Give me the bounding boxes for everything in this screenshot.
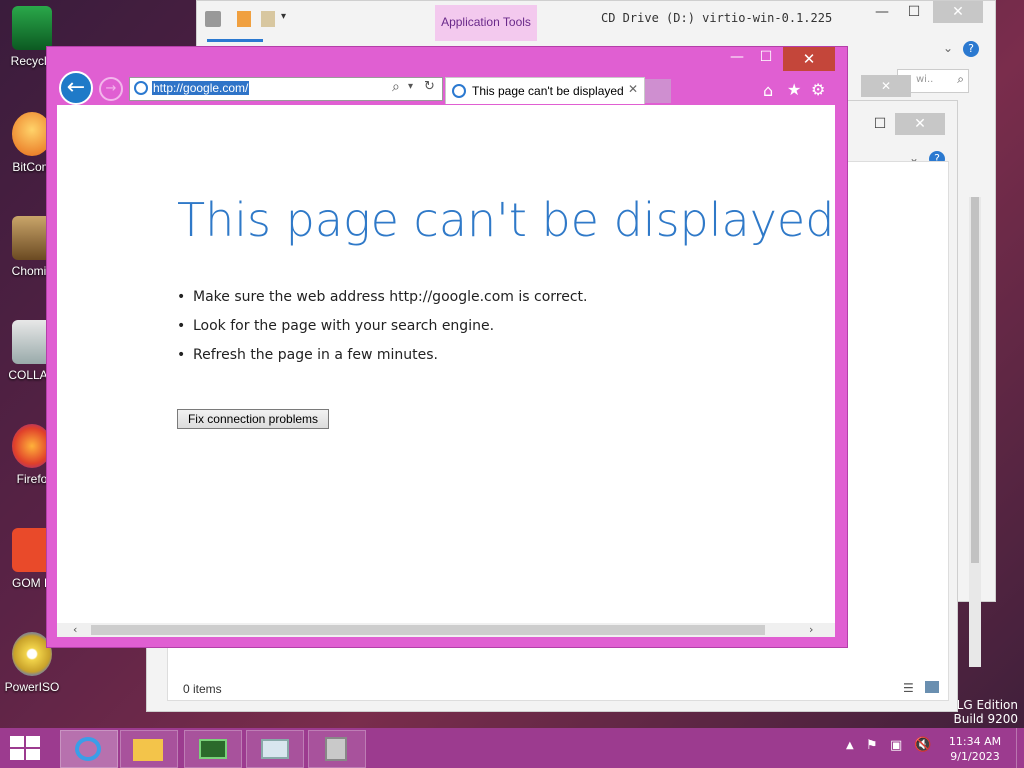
taskbar-internet-explorer[interactable] <box>60 730 118 768</box>
ie-page-icon <box>452 84 466 98</box>
new-folder-icon[interactable] <box>261 11 275 27</box>
close-tab-icon[interactable]: ✕ <box>628 82 638 96</box>
show-desktop-button[interactable] <box>1016 728 1024 768</box>
internet-explorer-icon <box>75 737 101 761</box>
properties-icon[interactable] <box>237 11 251 27</box>
volume-muted-icon[interactable]: 🔇 <box>914 737 931 753</box>
error-title: This page can't be displayed <box>177 193 835 247</box>
tab-error-page[interactable]: This page can't be displayed ✕ <box>445 77 645 104</box>
help-icon[interactable]: ? <box>963 41 979 57</box>
item-count-status: 0 items <box>183 682 222 696</box>
scroll-left-icon[interactable]: ‹ <box>73 623 77 636</box>
bullet-item: Look for the page with your search engin… <box>177 318 495 334</box>
application-tools-label: Application Tools <box>441 15 531 29</box>
back-button[interactable]: ← <box>59 71 93 105</box>
bullet-item: Refresh the page in a few minutes. <box>177 347 438 363</box>
show-hidden-icons-icon[interactable]: ▲ <box>846 740 854 751</box>
clock[interactable]: 11:34 AM 9/1/2023 <box>944 734 1006 764</box>
minimize-button[interactable]: — <box>869 1 895 23</box>
new-tab-button[interactable] <box>645 79 671 103</box>
maximize-button[interactable]: ☐ <box>867 113 893 135</box>
bullet-text: Look for the page with your search engin… <box>193 318 495 334</box>
edition-watermark: LG Edition Build 9200 <box>950 698 1018 726</box>
internet-explorer-window: — ☐ ✕ ← → http://google.com/ ⌕ ▾ ↻ This … <box>46 46 848 648</box>
folder-icon <box>133 739 163 761</box>
search-icon: ⌕ <box>957 72 964 86</box>
forward-button[interactable]: → <box>99 77 123 101</box>
action-center-flag-icon[interactable]: ⚑ <box>866 738 878 753</box>
horizontal-scrollbar[interactable]: ‹ › <box>57 623 835 637</box>
address-bar[interactable]: http://google.com/ ⌕ ▾ ↻ <box>129 77 443 101</box>
maximize-button[interactable]: ☐ <box>753 49 779 69</box>
page-content: This page can't be displayed Make sure t… <box>57 105 835 625</box>
details-view-icon[interactable]: ☰ <box>903 681 914 695</box>
taskbar-file-explorer[interactable] <box>120 730 178 768</box>
taskbar: ▲ ⚑ ▣ 🔇 11:34 AM 9/1/2023 <box>0 728 1024 768</box>
scrollbar-thumb[interactable] <box>971 197 979 563</box>
installer-icon <box>325 737 347 761</box>
close-button[interactable]: ✕ <box>783 47 835 71</box>
maximize-button[interactable]: ☐ <box>901 1 927 23</box>
clock-date: 9/1/2023 <box>950 750 1000 763</box>
address-input[interactable]: http://google.com/ <box>152 81 250 95</box>
close-button[interactable]: ✕ <box>861 75 911 97</box>
quick-access-dropdown-icon[interactable]: ▾ <box>281 11 286 22</box>
close-button[interactable]: ✕ <box>895 113 945 135</box>
build-label: Build 9200 <box>953 712 1018 726</box>
close-button[interactable]: ✕ <box>933 1 983 23</box>
fix-connection-problems-button[interactable]: Fix connection problems <box>177 409 329 429</box>
scrollbar-thumb[interactable] <box>91 625 765 635</box>
file-tab-indicator <box>207 39 263 42</box>
home-icon[interactable]: ⌂ <box>763 81 773 100</box>
taskbar-setup[interactable] <box>308 730 366 768</box>
folder-icon <box>205 11 221 27</box>
start-button[interactable] <box>10 736 42 760</box>
scroll-right-icon[interactable]: › <box>809 623 813 636</box>
taskbar-resource-monitor[interactable] <box>246 730 304 768</box>
task-manager-icon <box>199 739 227 759</box>
window-title: CD Drive (D:) virtio-win-0.1.225 <box>601 11 833 25</box>
ie-page-icon <box>134 81 148 95</box>
taskbar-task-manager[interactable] <box>184 730 242 768</box>
application-tools-tab[interactable]: Application Tools <box>435 5 537 41</box>
recycle-bin-icon <box>12 6 52 50</box>
bullet-item: Make sure the web address http://google.… <box>177 289 588 305</box>
monitor-icon <box>261 739 289 759</box>
ribbon-expand-icon[interactable]: ⌄ <box>943 41 953 55</box>
network-icon[interactable]: ▣ <box>890 738 902 753</box>
minimize-button[interactable]: — <box>725 49 749 69</box>
tools-gear-icon[interactable]: ⚙ <box>811 80 825 99</box>
bullet-text: Make sure the web address http://google.… <box>193 289 588 305</box>
tab-title: This page can't be displayed <box>472 84 624 98</box>
clock-time: 11:34 AM <box>948 735 1002 748</box>
edition-label: LG Edition <box>956 698 1018 712</box>
bullet-text: Refresh the page in a few minutes. <box>193 347 438 363</box>
favorites-star-icon[interactable]: ★ <box>787 80 801 99</box>
search-icon[interactable]: ⌕ <box>392 79 400 95</box>
desktop-icon-label: PowerISO <box>4 680 60 694</box>
large-icons-view-icon[interactable] <box>925 681 939 693</box>
vertical-scrollbar[interactable] <box>969 197 981 667</box>
windows-logo-icon <box>10 736 24 747</box>
refresh-icon[interactable]: ↻ <box>424 79 435 94</box>
address-dropdown-icon[interactable]: ▾ <box>408 81 413 92</box>
